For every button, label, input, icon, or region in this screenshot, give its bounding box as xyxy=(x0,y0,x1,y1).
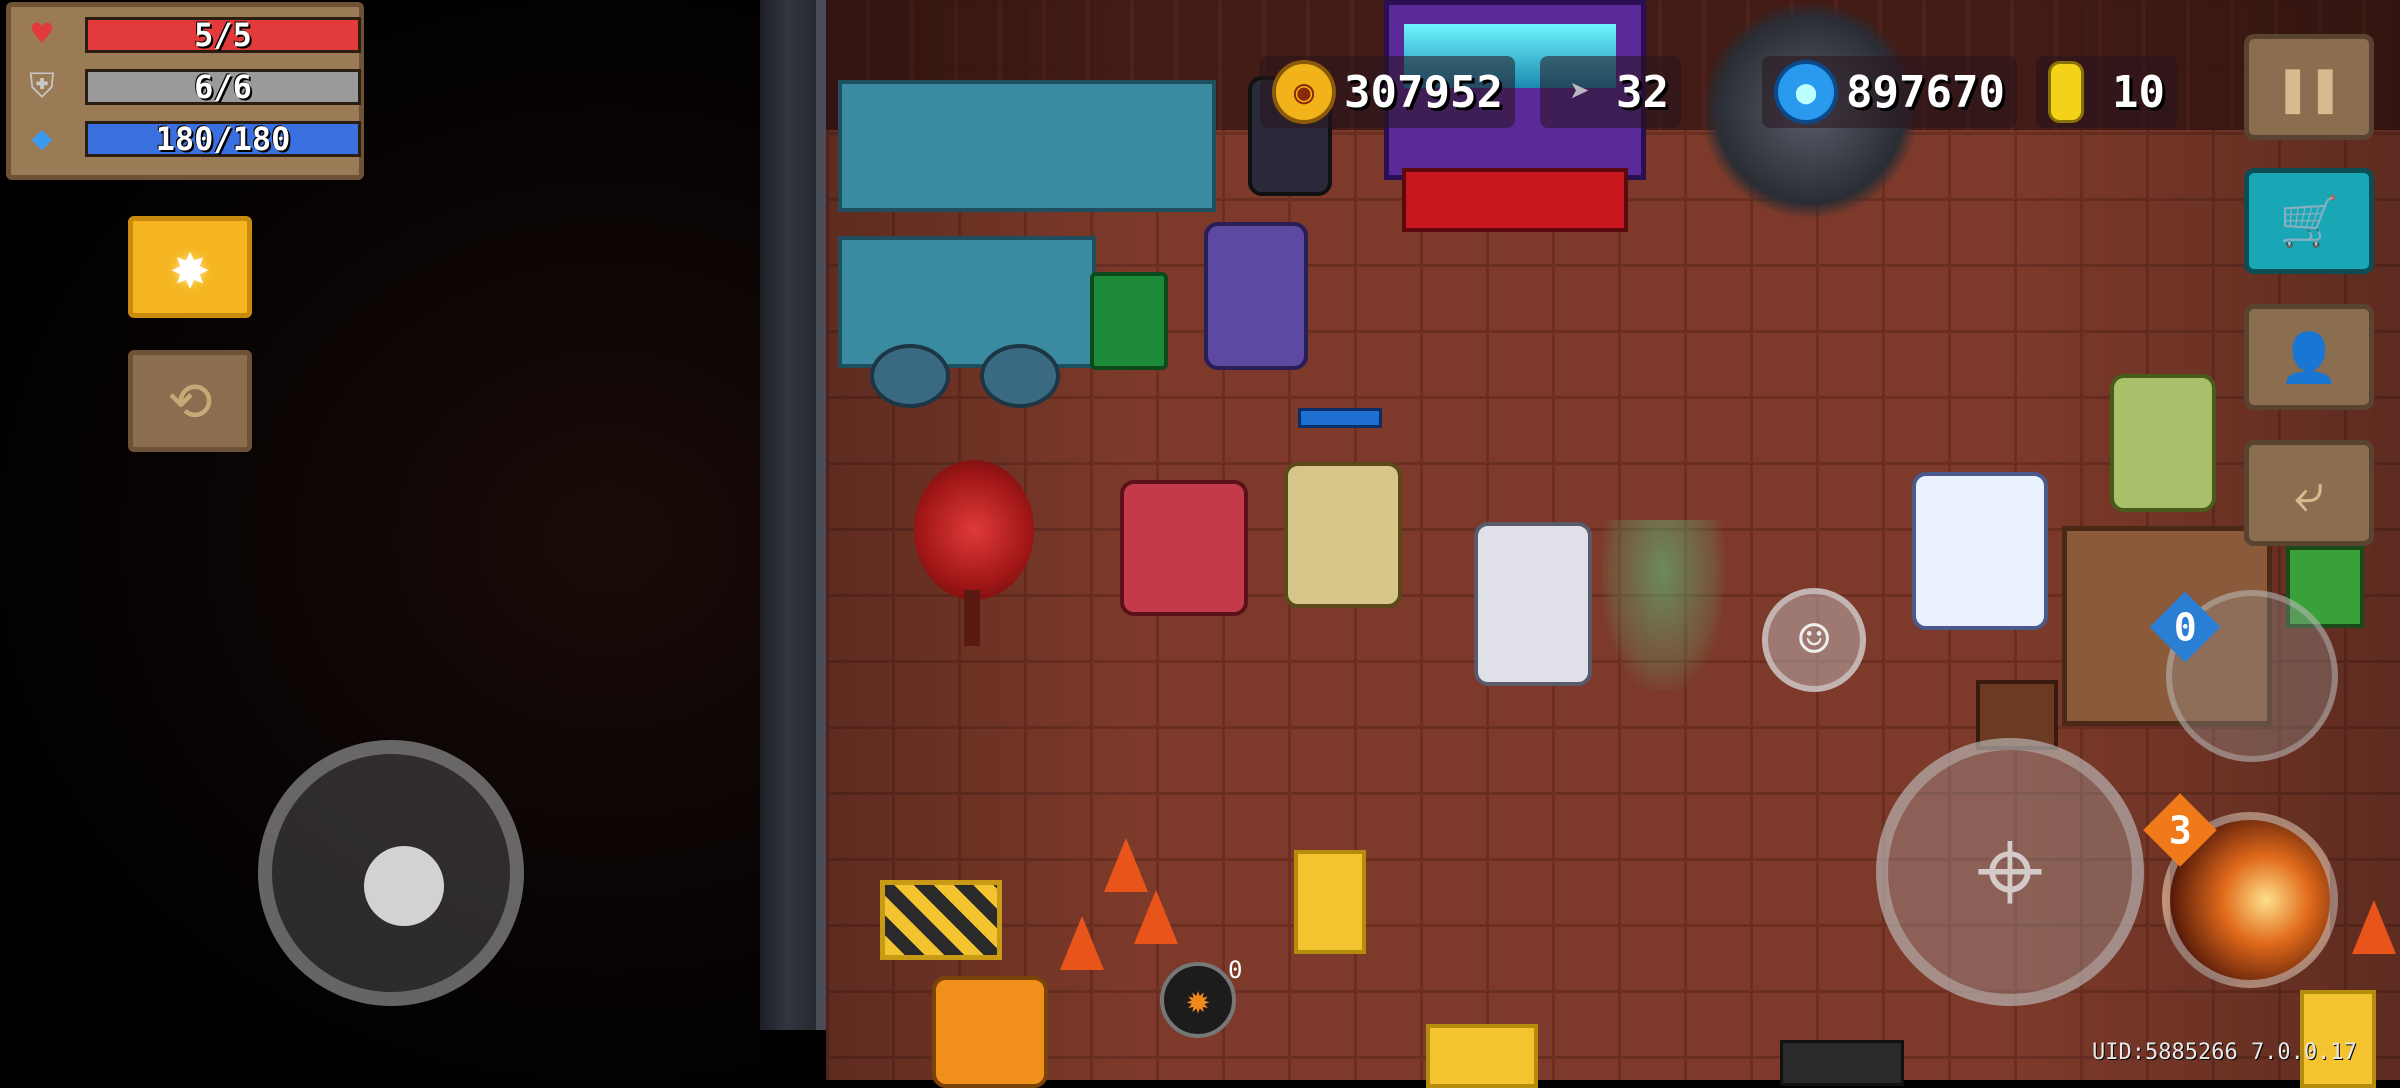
coin-value: 10 xyxy=(2112,66,2165,118)
joystick-knob[interactable] xyxy=(364,846,444,926)
cart-icon: 🛒 xyxy=(2279,193,2339,250)
exit-button[interactable]: ⤶ xyxy=(2244,440,2374,546)
grenade-count: 0 xyxy=(1228,956,1243,984)
health-row: ♥ 5/5 xyxy=(19,13,361,55)
follower-character[interactable] xyxy=(1284,462,1402,608)
stairs-icon: ⤶ xyxy=(2293,461,2325,524)
traffic-cone xyxy=(2352,900,2396,954)
armor-row: ⛨ 6/6 xyxy=(19,65,361,107)
red-decor-tree xyxy=(914,460,1034,600)
traffic-cone xyxy=(1104,838,1148,892)
coin-icon xyxy=(2048,61,2084,123)
swap-icon: ⟲ xyxy=(167,369,213,433)
chef-npc[interactable] xyxy=(1204,222,1308,370)
shield-icon: ⛨ xyxy=(29,66,55,106)
npc-health-bar xyxy=(1298,408,1382,428)
silver-haired-npc[interactable] xyxy=(1474,522,1592,686)
energy-row: ◆ 180/180 xyxy=(19,117,361,159)
grenade-button[interactable]: ✹ xyxy=(1160,962,1236,1038)
gold-counter: ◉ 307952 xyxy=(1260,56,1515,128)
green-magic-circle xyxy=(1602,520,1724,690)
white-haired-npc[interactable] xyxy=(1912,472,2048,630)
health-bar: 5/5 xyxy=(85,17,361,53)
traffic-cone xyxy=(1134,890,1178,944)
movement-joystick[interactable] xyxy=(258,740,524,1006)
fish-counter: ➤ 32 xyxy=(1540,56,1681,128)
profile-icon: 👤 xyxy=(2279,329,2339,386)
shop-button[interactable]: 🛒 xyxy=(2244,168,2374,274)
attack-button[interactable]: ⌖ xyxy=(1876,738,2144,1006)
heart-icon: ♥ xyxy=(31,14,53,54)
green-hat-npc[interactable] xyxy=(2110,374,2216,512)
energy-bar: 180/180 xyxy=(85,121,361,157)
diamond-icon: ◆ xyxy=(31,118,53,158)
armor-bar: 6/6 xyxy=(85,69,361,105)
left-wall-edge xyxy=(816,0,826,1030)
kitchen-counter-lower[interactable] xyxy=(838,236,1096,368)
emote-button[interactable]: ☺ xyxy=(1762,588,1866,692)
gem-counter: ● 897670 xyxy=(1762,56,2017,128)
blue-gem-icon: ● xyxy=(1774,60,1838,124)
skill-button[interactable]: ✸ xyxy=(128,216,252,318)
green-trash-bin[interactable] xyxy=(1090,272,1168,370)
grenade-icon: ✹ xyxy=(1185,977,1211,1023)
dark-prop xyxy=(1780,1040,1904,1086)
caution-sign-right xyxy=(2300,990,2376,1088)
star-icon: ✸ xyxy=(170,230,210,304)
caution-sign-bottom xyxy=(1426,1024,1538,1088)
status-panel: ♥ 5/5 ⛨ 6/6 ◆ 180/180 xyxy=(6,2,364,180)
gold-value: 307952 xyxy=(1344,66,1503,118)
energy-label: 180/180 xyxy=(155,120,291,158)
caution-sign xyxy=(1294,850,1366,954)
uid-version-label: UID:5885266 7.0.0.17 xyxy=(2092,1040,2357,1065)
worker-npc[interactable] xyxy=(932,976,1048,1088)
profile-button[interactable]: 👤 xyxy=(2244,304,2374,410)
tree-trunk xyxy=(964,590,980,646)
armor-label: 6/6 xyxy=(194,68,252,106)
gem-value: 897670 xyxy=(1846,66,2005,118)
bar-stool xyxy=(980,344,1060,408)
coin-counter: 10 xyxy=(2036,56,2177,128)
smile-icon: ☺ xyxy=(1798,610,1830,670)
pause-icon: ❚❚ xyxy=(2276,55,2342,119)
fish-value: 32 xyxy=(1616,66,1669,118)
pause-button[interactable]: ❚❚ xyxy=(2244,34,2374,140)
crosshair-icon: ⌖ xyxy=(1976,802,2044,941)
swap-character-button[interactable]: ⟲ xyxy=(128,350,252,452)
striped-barrier xyxy=(880,880,1002,960)
traffic-cone xyxy=(1060,916,1104,970)
gold-coin-icon: ◉ xyxy=(1272,60,1336,124)
bar-stool xyxy=(870,344,950,408)
health-label: 5/5 xyxy=(194,16,252,54)
red-bench xyxy=(1402,168,1628,232)
kitchen-counter[interactable] xyxy=(838,80,1216,212)
fish-icon: ➤ xyxy=(1569,72,1591,112)
player-character xyxy=(1120,480,1248,616)
